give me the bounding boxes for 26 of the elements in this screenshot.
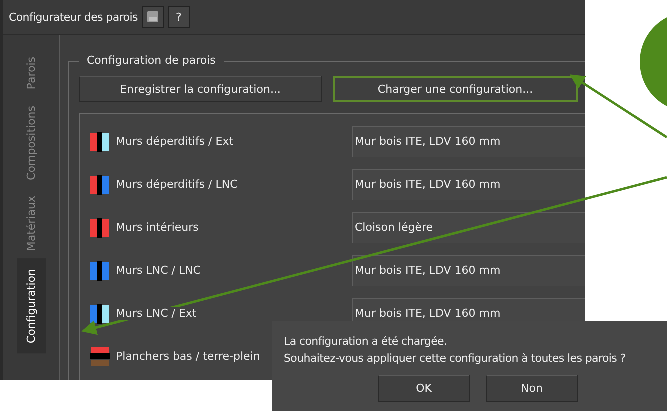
composition-dropdown[interactable]: Mur bois ITE, LDV 160 mm (352, 126, 585, 157)
row-label: Murs LNC / LNC (116, 264, 201, 277)
save-button[interactable] (142, 6, 164, 28)
row-label: Murs déperditifs / Ext (116, 135, 234, 148)
row-label: Planchers bas / terre-plein (116, 350, 260, 363)
dialog-button[interactable]: OK (378, 375, 470, 402)
wall-icon (90, 260, 110, 280)
wall-icon (90, 132, 110, 152)
dialog-button[interactable]: Non (486, 375, 578, 402)
window-title: Configurateur des parois (9, 10, 138, 24)
row-label: Murs intérieurs (116, 221, 199, 234)
dialog-message: La configuration a été chargée. Souhaitez-vous appliquer cette configuration à toutes les parois ? (284, 334, 627, 367)
composition-dropdown[interactable]: Mur bois ITE, LDV 160 mm (352, 255, 585, 286)
help-button[interactable]: ? (168, 6, 190, 28)
action-button[interactable]: Charger une configuration... (333, 76, 578, 102)
wall-icon (90, 304, 110, 324)
side-tab[interactable]: Configuration (16, 259, 46, 354)
floor-icon (90, 346, 110, 366)
action-button[interactable]: Enregistrer la configuration... (79, 76, 322, 102)
composition-dropdown[interactable]: Cloison légère (352, 212, 585, 243)
composition-dropdown[interactable]: Mur bois ITE, LDV 160 mm (352, 169, 585, 200)
row-label: Murs LNC / Ext (116, 307, 197, 320)
group-title: Configuration de parois (79, 54, 224, 68)
row-label: Murs déperditifs / LNC (116, 178, 238, 191)
wall-icon (90, 174, 110, 194)
wall-icon (90, 218, 110, 238)
